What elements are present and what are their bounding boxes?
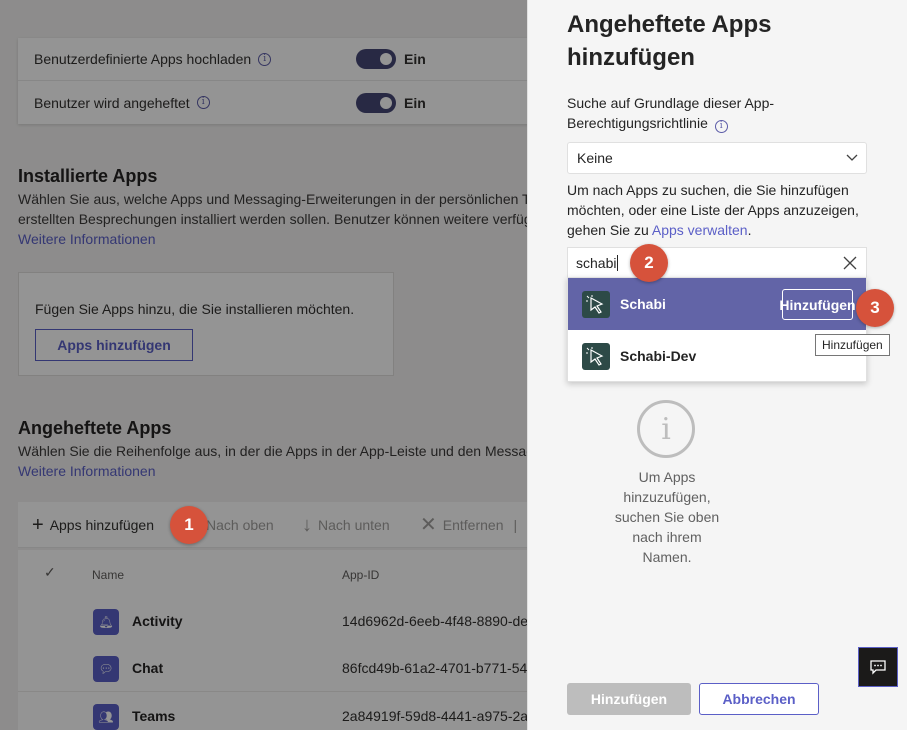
result-app-name: Schabi — [620, 296, 666, 312]
empty-state-text: Um Apps hinzuzufügen, suchen Sie oben na… — [614, 469, 720, 565]
policy-label-text: Suche auf Grundlage dieser App-Berechtig… — [567, 95, 775, 131]
info-icon[interactable]: i — [714, 120, 728, 133]
text-caret — [617, 254, 619, 271]
clear-search-icon[interactable] — [843, 256, 857, 270]
policy-label: Suche auf Grundlage dieser App-Berechtig… — [567, 93, 867, 133]
search-value: schabi — [576, 254, 617, 271]
panel-title: Angeheftete Apps hinzufügen — [567, 11, 772, 71]
app-cursor-icon — [582, 343, 610, 370]
info-icon: i — [637, 400, 695, 458]
modal-overlay[interactable] — [0, 0, 527, 730]
app-search-input[interactable]: schabi — [567, 247, 867, 278]
feedback-icon — [870, 660, 886, 675]
chevron-down-icon — [846, 154, 858, 161]
search-results-dropdown: Schabi Hinzufügen Schabi-Dev — [567, 277, 867, 382]
policy-select-value: Keine — [577, 150, 613, 166]
manage-apps-link[interactable]: Apps verwalten — [652, 222, 748, 238]
search-result-item[interactable]: Schabi Hinzufügen — [568, 278, 866, 330]
feedback-button[interactable] — [858, 647, 898, 687]
help-text: Um nach Apps zu suchen, die Sie hinzufüg… — [567, 180, 867, 240]
add-pinned-apps-panel: Angeheftete Apps hinzufügen Suche auf Gr… — [527, 0, 907, 730]
app-cursor-icon — [582, 291, 610, 318]
help-text-end: . — [747, 222, 752, 238]
tooltip: Hinzufügen — [815, 334, 890, 356]
result-app-name: Schabi-Dev — [620, 348, 697, 364]
step-marker-2: 2 — [630, 244, 668, 282]
step-marker-3: 3 — [856, 289, 894, 327]
policy-select[interactable]: Keine — [567, 142, 867, 174]
step-marker-1: 1 — [170, 506, 208, 544]
add-result-button[interactable]: Hinzufügen — [779, 289, 856, 320]
add-button[interactable]: Hinzufügen — [567, 683, 691, 715]
cancel-button[interactable]: Abbrechen — [699, 683, 819, 715]
